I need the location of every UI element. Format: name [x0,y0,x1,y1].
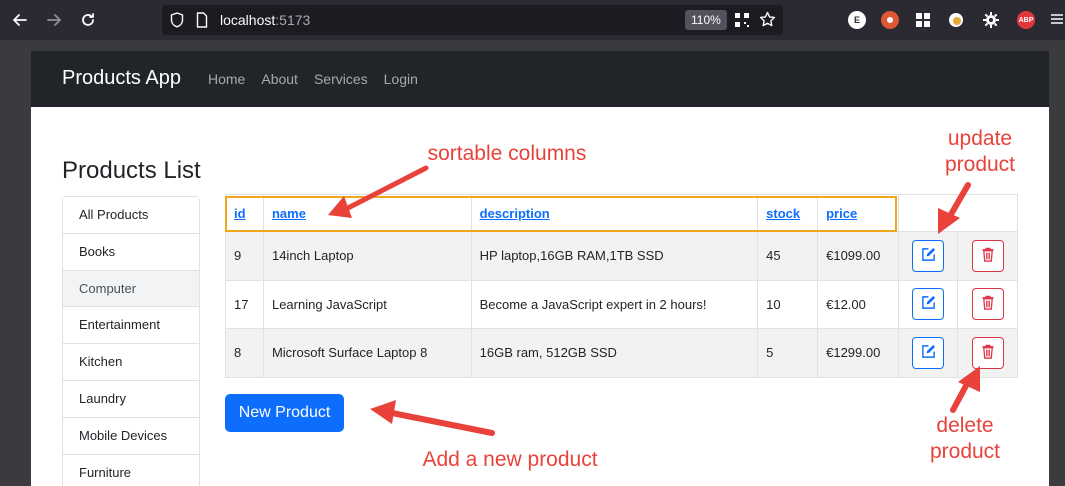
e-extension-icon[interactable]: E [848,11,866,29]
category-sidebar: All Products Books Computer Entertainmen… [62,196,200,486]
sidebar-item-mobile-devices[interactable]: Mobile Devices [63,417,199,455]
page-title: Products List [62,157,201,184]
column-header-id: id [225,194,264,232]
cell-id: 9 [225,231,264,281]
cell-stock: 45 [757,231,819,281]
qr-code-icon[interactable] [734,12,750,33]
cell-stock: 5 [757,328,819,378]
delete-product-button[interactable] [971,288,1004,321]
column-header-name: name [262,194,472,232]
sort-by-price-link[interactable]: price [826,206,857,221]
sort-by-stock-link[interactable]: stock [766,206,800,221]
sidebar-item-entertainment[interactable]: Entertainment [63,307,199,345]
forward-arrow-icon[interactable] [42,8,66,32]
edit-product-button[interactable] [912,336,945,369]
app-window: Products App Home About Services Login P… [31,51,1049,486]
back-arrow-icon[interactable] [8,8,32,32]
nav-link-about[interactable]: About [261,71,298,87]
edit-pencil-icon [921,344,936,362]
sidebar-item-kitchen[interactable]: Kitchen [63,344,199,381]
apps-grid-icon[interactable] [914,11,932,29]
cell-edit [898,328,958,378]
cell-id: 8 [225,328,264,378]
reload-icon[interactable] [76,8,100,32]
sidebar-item-computer[interactable]: Computer [63,270,199,308]
products-table-wrapper: id name description stock price 9 14inch … [225,194,1018,378]
cell-price: €1099.00 [817,231,900,281]
annotation-sortable-columns: sortable columns [427,142,587,165]
cell-description: HP laptop,16GB RAM,1TB SSD [470,231,759,281]
annotation-delete-product: delete product [929,414,1001,463]
edit-pencil-icon [921,247,936,265]
sort-by-description-link[interactable]: description [480,206,550,221]
bookmark-star-icon[interactable] [759,11,776,33]
column-header-price: price [817,194,900,232]
trash-icon [981,344,995,362]
products-table: id name description stock price 9 14inch … [225,194,1018,378]
sidebar-item-books[interactable]: Books [63,233,199,271]
cell-delete [957,279,1018,329]
cell-description: Become a JavaScript expert in 2 hours! [470,279,759,329]
cell-edit [898,279,958,329]
nav-link-login[interactable]: Login [384,71,418,87]
column-header-description: description [470,194,759,232]
annotation-update-product: update product [944,127,1016,176]
cell-name: Learning JavaScript [262,279,472,329]
trash-icon [981,295,995,313]
edit-pencil-icon [921,295,936,313]
navbar-brand[interactable]: Products App [62,67,181,90]
edit-product-button[interactable] [912,239,945,272]
table-row: 9 14inch Laptop HP laptop,16GB RAM,1TB SSD… [225,231,1018,281]
settings-gear-icon[interactable] [982,11,1000,29]
cell-price: €1299.00 [817,328,900,378]
column-header-stock: stock [757,194,819,232]
cell-delete [957,328,1018,378]
shield-icon[interactable] [170,12,184,33]
url-bar[interactable]: localhost:5173 110% [162,5,783,35]
column-header-delete [957,194,1018,232]
sort-by-id-link[interactable]: id [234,206,246,221]
table-header-row: id name description stock price [225,194,1018,232]
cell-description: 16GB ram, 512GB SSD [470,328,759,378]
cell-edit [898,231,958,281]
cell-delete [957,231,1018,281]
cell-stock: 10 [757,279,819,329]
cell-id: 17 [225,279,264,329]
table-row: 8 Microsoft Surface Laptop 8 16GB ram, 512… [225,328,1018,378]
hamburger-menu-icon[interactable] [1050,12,1064,31]
profile-icon[interactable] [947,11,965,29]
cell-name: 14inch Laptop [262,231,472,281]
new-product-button[interactable]: New Product [225,394,344,432]
delete-product-button[interactable] [971,239,1004,272]
trash-icon [981,247,995,265]
cell-price: €12.00 [817,279,900,329]
sidebar-item-all-products[interactable]: All Products [63,197,199,234]
browser-toolbar: localhost:5173 110% E ABP [0,0,1065,40]
adblock-plus-icon[interactable]: ABP [1017,11,1035,29]
zoom-level-badge[interactable]: 110% [685,10,727,30]
url-text: localhost:5173 [220,12,311,28]
sidebar-item-furniture[interactable]: Furniture [63,454,199,486]
table-row: 17 Learning JavaScript Become a JavaScript… [225,279,1018,329]
duckduckgo-icon[interactable] [881,11,899,29]
sidebar-item-laundry[interactable]: Laundry [63,380,199,418]
cell-name: Microsoft Surface Laptop 8 [262,328,472,378]
edit-product-button[interactable] [912,288,945,321]
column-header-edit [898,194,958,232]
sort-by-name-link[interactable]: name [272,206,306,221]
nav-link-services[interactable]: Services [314,71,368,87]
page-info-icon[interactable] [196,12,208,33]
nav-link-home[interactable]: Home [208,71,245,87]
nav-links: Home About Services Login [208,71,418,87]
navbar: Products App Home About Services Login [31,51,1049,107]
annotation-add-new-product: Add a new product [422,448,598,471]
delete-product-button[interactable] [971,336,1004,369]
